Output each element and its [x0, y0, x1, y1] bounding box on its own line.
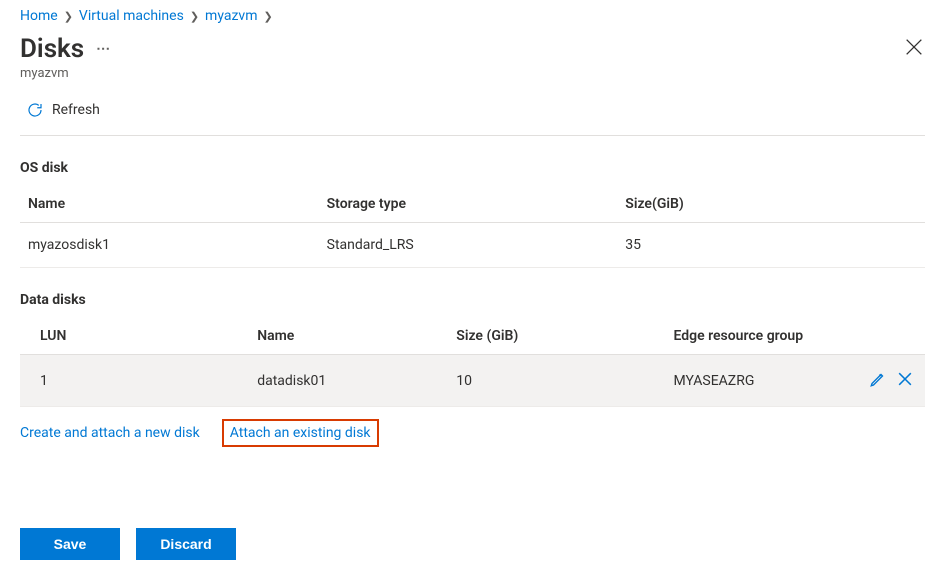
col-size: Size(GiB)	[617, 186, 925, 223]
col-name: Name	[237, 318, 436, 355]
highlight-box: Attach an existing disk	[222, 419, 379, 447]
data-disks-table: LUN Name Size (GiB) Edge resource group …	[20, 318, 925, 407]
cell-size: 35	[617, 223, 925, 268]
cell-name: datadisk01	[237, 355, 436, 407]
refresh-icon	[26, 101, 44, 119]
cell-size: 10	[436, 355, 653, 407]
cell-lun: 1	[20, 355, 237, 407]
col-storage-type: Storage type	[319, 186, 618, 223]
breadcrumb-vms[interactable]: Virtual machines	[79, 8, 184, 24]
refresh-label: Refresh	[52, 102, 100, 118]
cell-storage-type: Standard_LRS	[319, 223, 618, 268]
breadcrumb-home[interactable]: Home	[20, 8, 58, 24]
os-disk-table: Name Storage type Size(GiB) myazosdisk1 …	[20, 186, 925, 268]
col-erg: Edge resource group	[653, 318, 849, 355]
create-attach-link[interactable]: Create and attach a new disk	[20, 425, 200, 441]
save-button[interactable]: Save	[20, 528, 120, 560]
refresh-button[interactable]: Refresh	[20, 97, 106, 123]
col-size: Size (GiB)	[436, 318, 653, 355]
discard-button[interactable]: Discard	[136, 528, 236, 560]
table-row[interactable]: myazosdisk1 Standard_LRS 35	[20, 223, 925, 268]
os-disk-heading: OS disk	[20, 160, 925, 176]
col-lun: LUN	[20, 318, 237, 355]
data-disks-heading: Data disks	[20, 292, 925, 308]
cell-name: myazosdisk1	[20, 223, 319, 268]
cell-erg: MYASEAZRG	[653, 355, 849, 407]
chevron-right-icon: ❯	[263, 10, 272, 23]
breadcrumb: Home ❯ Virtual machines ❯ myazvm ❯	[20, 8, 925, 24]
more-menu-icon[interactable]: ⋯	[96, 41, 112, 57]
attach-existing-link[interactable]: Attach an existing disk	[230, 425, 371, 441]
close-button[interactable]	[903, 36, 925, 58]
chevron-right-icon: ❯	[190, 10, 199, 23]
page-subtitle: myazvm	[20, 66, 112, 81]
toolbar: Refresh	[20, 97, 925, 136]
breadcrumb-vm[interactable]: myazvm	[205, 8, 257, 24]
edit-icon[interactable]	[869, 370, 887, 388]
col-name: Name	[20, 186, 319, 223]
delete-icon[interactable]	[895, 369, 915, 389]
chevron-right-icon: ❯	[64, 10, 73, 23]
table-row[interactable]: 1 datadisk01 10 MYASEAZRG	[20, 355, 925, 407]
page-title: Disks	[20, 34, 84, 64]
